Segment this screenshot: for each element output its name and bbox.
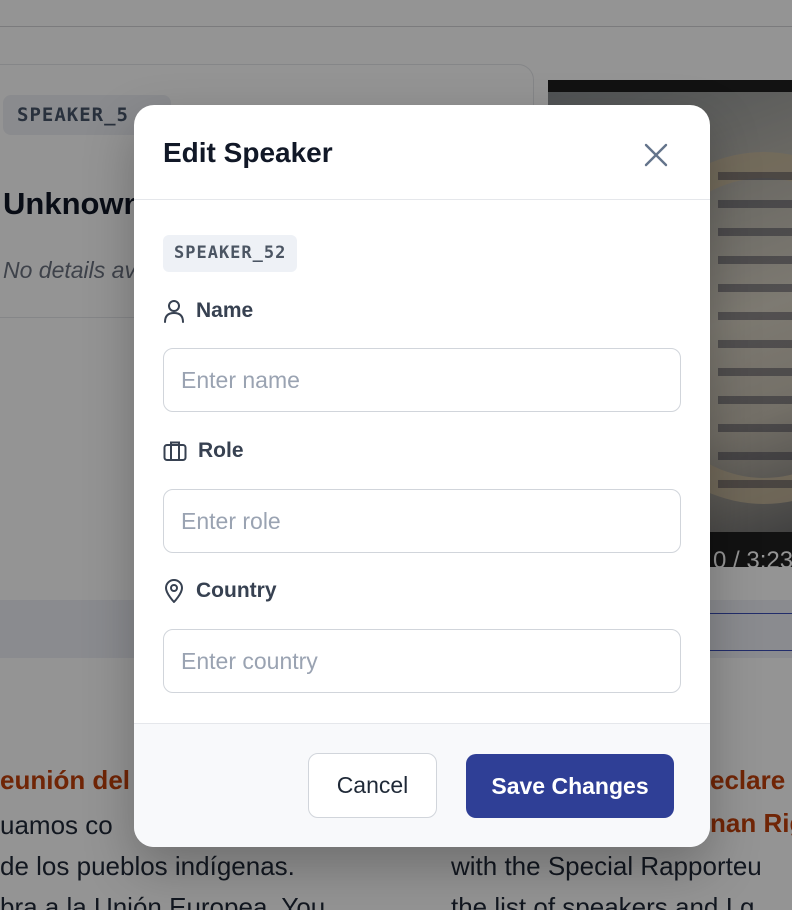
name-label-row: Name — [163, 297, 253, 325]
dialog-footer: Cancel Save Changes — [134, 723, 710, 847]
close-button[interactable] — [636, 135, 676, 175]
cancel-button[interactable]: Cancel — [308, 753, 437, 818]
name-input[interactable] — [163, 348, 681, 412]
role-input[interactable] — [163, 489, 681, 553]
edit-speaker-dialog: Edit Speaker SPEAKER_52 Name Role Cou — [134, 105, 710, 847]
country-input[interactable] — [163, 629, 681, 693]
user-icon — [164, 300, 184, 323]
close-icon — [644, 143, 668, 167]
speaker-id-badge: SPEAKER_52 — [163, 235, 298, 272]
role-label: Role — [198, 439, 244, 462]
dialog-header: Edit Speaker — [134, 105, 710, 200]
save-changes-button[interactable]: Save Changes — [466, 754, 674, 818]
name-label: Name — [196, 299, 254, 322]
dialog-title: Edit Speaker — [163, 137, 333, 168]
country-label-row: Country — [163, 577, 277, 605]
country-label: Country — [196, 579, 277, 602]
role-label-row: Role — [163, 437, 244, 465]
map-pin-icon — [165, 579, 183, 603]
briefcase-icon — [163, 441, 187, 461]
